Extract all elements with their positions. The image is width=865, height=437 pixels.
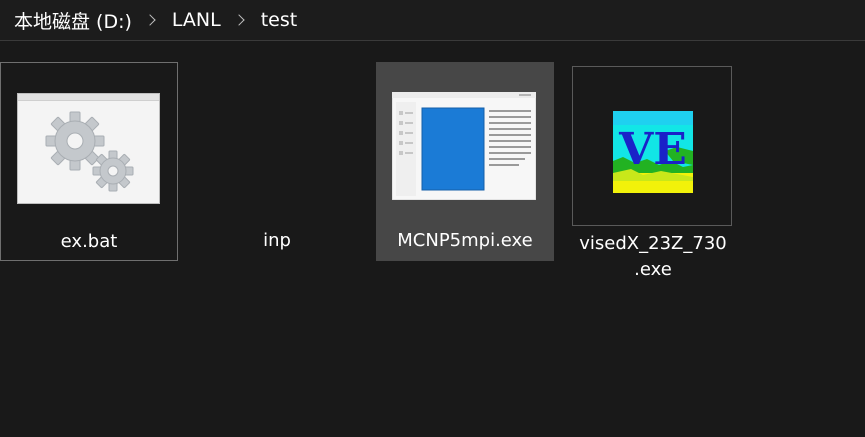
gears-icon — [17, 93, 160, 204]
file-name-label: ex.bat — [60, 231, 118, 252]
svg-text:VE: VE — [618, 124, 687, 175]
file-explorer-window: 本地磁盘 (D:) LANL test ex.bat inp MCNP5mpi.… — [0, 0, 865, 437]
file-item-inp[interactable]: inp — [188, 62, 517, 261]
file-name-label: visedX_23Z_730 .exe — [579, 233, 727, 280]
chevron-right-icon[interactable] — [144, 14, 156, 26]
chevron-right-icon[interactable] — [233, 14, 245, 26]
application-window-icon — [392, 92, 536, 200]
breadcrumb-item-lanl[interactable]: LANL — [172, 9, 221, 31]
file-name-label: inp — [263, 230, 291, 251]
breadcrumb-item-test[interactable]: test — [261, 9, 298, 31]
file-name-label: MCNP5mpi.exe — [397, 230, 533, 251]
file-list: ex.bat inp MCNP5mpi.exe VE visedX_23Z_73… — [0, 60, 865, 290]
file-item-visedx-exe[interactable]: VE visedX_23Z_730 .exe — [572, 66, 732, 280]
breadcrumb: 本地磁盘 (D:) LANL test — [0, 0, 865, 41]
file-item-mcnp5mpi-exe[interactable]: MCNP5mpi.exe — [376, 62, 554, 261]
ve-logo-icon: VE — [613, 111, 693, 193]
file-item-ex-bat[interactable]: ex.bat — [0, 62, 178, 261]
breadcrumb-item-drive[interactable]: 本地磁盘 (D:) — [14, 7, 132, 34]
